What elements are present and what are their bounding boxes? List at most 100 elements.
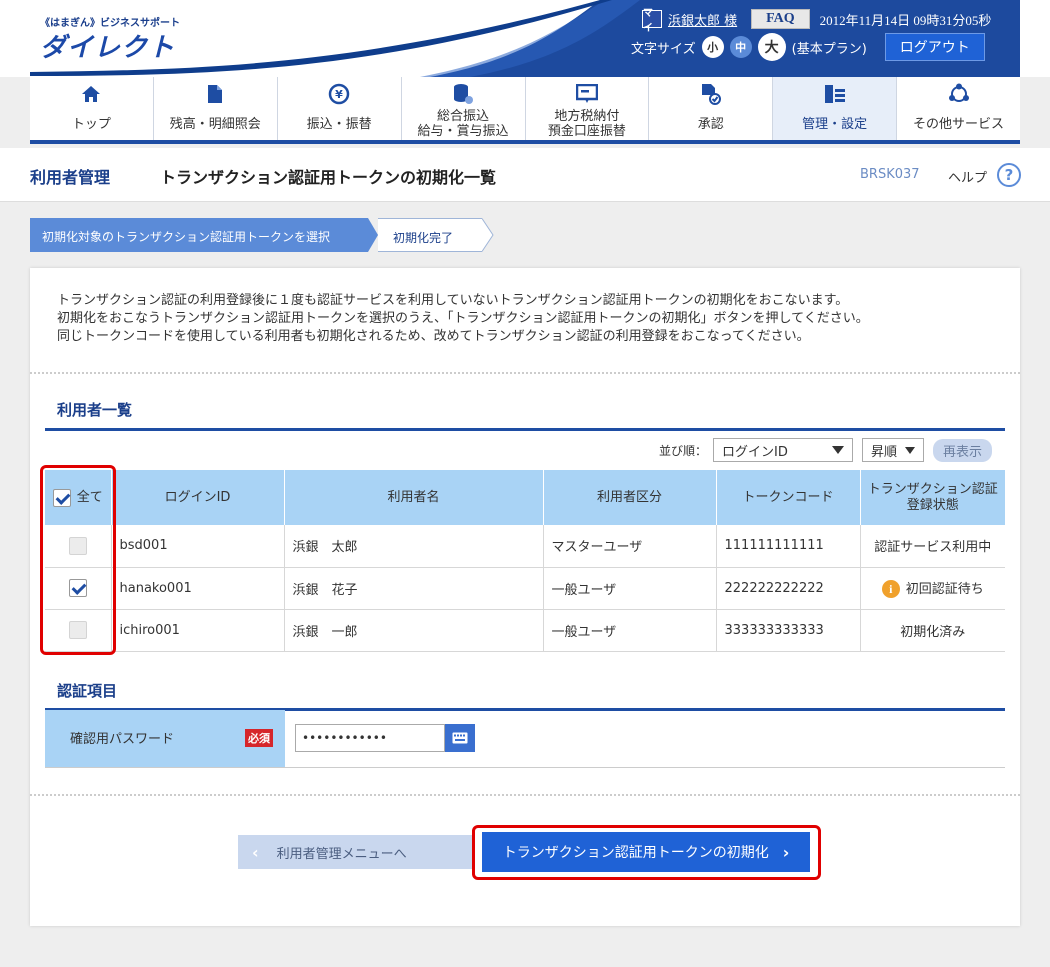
help-icon[interactable]: ?: [997, 163, 1021, 187]
nav-label: その他サービス: [913, 116, 1005, 132]
password-label: 確認用パスワード: [70, 732, 175, 747]
nav-label: 地方税納付: [554, 109, 620, 124]
cell-token: 333333333333: [716, 609, 861, 652]
step-arrow: [482, 218, 494, 252]
description: トランザクション認証の利用登録後に１度も認証サービスを利用していないトランザクシ…: [57, 292, 869, 346]
screen-code: BRSK037: [860, 167, 920, 182]
sort-label: 並び順：: [659, 443, 708, 458]
logout-button[interactable]: ログアウト: [884, 33, 985, 61]
global-nav: トップ 残高・明細照会 ¥ 振込・振替 総合振込 給与・賞与振込 地方税納付 預金口…: [30, 77, 1020, 144]
column-header-login-id: ログインID: [111, 470, 285, 525]
cell-type: 一般ユーザ: [543, 567, 717, 610]
users-table: 全て ログインID 利用者名 利用者区分 トークンコード トランザクション認証 …: [45, 470, 1005, 652]
nav-label: 残高・明細照会: [169, 116, 261, 132]
cell-token: 111111111111: [716, 525, 861, 568]
chevron-down-icon: [832, 446, 845, 454]
nav-label: 総合振込: [437, 109, 490, 124]
plan-label: (基本プラン): [791, 41, 867, 57]
auth-section-title: 認証項目: [57, 682, 118, 700]
table-header-row: 全て ログインID 利用者名 利用者区分 トークンコード トランザクション認証 …: [45, 470, 1005, 525]
main-panel: トランザクション認証の利用登録後に１度も認証サービスを利用していないトランザクシ…: [30, 268, 1020, 926]
divider: [30, 372, 1020, 374]
nav-label-sub: 預金口座振替: [547, 124, 626, 139]
redisplay-button[interactable]: 再表示: [933, 438, 993, 462]
cell-name: 浜銀 太郎: [284, 525, 544, 568]
description-line: 同じトークンコードを使用している利用者も初期化されるため、改めてトランザクション…: [57, 329, 810, 344]
description-line: 初期化をおこなうトランザクション認証用トークンを選択のうえ、「トランザクション認…: [57, 311, 869, 326]
font-size-small-button[interactable]: 小: [701, 36, 724, 58]
step-next: 初期化完了: [378, 218, 482, 252]
cell-name: 浜銀 一郎: [284, 609, 544, 652]
services-icon: [948, 83, 970, 105]
page-title: トランザクション認証用トークンの初期化一覧: [160, 168, 497, 187]
password-input-cell: ••••••••••••: [285, 710, 1005, 767]
sort-select-value: ログインID: [722, 444, 788, 460]
divider: [30, 794, 1020, 796]
table-row: hanako001 浜銀 花子 一般ユーザ 222222222222 i 初回認証…: [45, 567, 1005, 610]
status-text: 初回認証待ち: [905, 581, 984, 597]
logo-title: ダイレクト: [40, 33, 176, 63]
approval-icon: [700, 83, 722, 105]
software-keyboard-button[interactable]: [445, 724, 475, 752]
cell-status: 認証サービス利用中: [860, 525, 1005, 568]
order-select-value: 昇順: [871, 444, 898, 460]
cell-type: マスターユーザ: [543, 525, 717, 568]
nav-label: 振込・振替: [306, 116, 372, 132]
password-row: 確認用パスワード 必須 ••••••••••••: [45, 710, 1005, 768]
header-user-row: マイ 浜銀太郎 様 FAQ 2012年11月14日 09時31分05秒: [642, 8, 992, 34]
document-icon: [204, 83, 226, 105]
status-header-line1: トランザクション認証: [867, 481, 998, 497]
logo[interactable]: 《はまぎん》ビジネスサポート ダイレクト: [40, 14, 180, 64]
font-size-large-button[interactable]: 大: [757, 33, 786, 61]
users-section-title: 利用者一覧: [57, 401, 133, 419]
faq-button[interactable]: FAQ: [751, 9, 810, 29]
login-datetime: 2012年11月14日 09時31分05秒: [819, 12, 992, 28]
keyboard-icon: [452, 732, 468, 744]
svg-text:¥: ¥: [335, 88, 343, 101]
cell-status: 初期化済み: [860, 609, 1005, 652]
nav-item-top[interactable]: トップ: [30, 77, 154, 140]
description-line: トランザクション認証の利用登録後に１度も認証サービスを利用していないトランザクシ…: [57, 293, 849, 308]
cell-token: 222222222222: [716, 567, 861, 610]
nav-item-approval[interactable]: 承認: [649, 77, 774, 140]
header: 《はまぎん》ビジネスサポート ダイレクト マイ 浜銀太郎 様 FAQ 2012年…: [0, 0, 1050, 77]
section-title: 利用者管理: [30, 168, 111, 187]
table-row: bsd001 浜銀 太郎 マスターユーザ 111111111111 認証サービス…: [45, 525, 1005, 568]
nav-label: 承認: [697, 116, 724, 132]
section-rule: [45, 428, 1005, 431]
cell-type: 一般ユーザ: [543, 609, 717, 652]
coins-icon: [452, 83, 474, 105]
column-header-token: トークンコード: [716, 470, 861, 525]
user-name-link[interactable]: 浜銀太郎 様: [668, 10, 737, 29]
header-settings-row: 文字サイズ 小 中 大 (基本プラン) ログアウト: [631, 33, 985, 61]
step-arrow: [368, 218, 378, 252]
cell-login-id: bsd001: [111, 525, 285, 568]
password-label-cell: 確認用パスワード 必須: [45, 710, 285, 767]
font-size-label: 文字サイズ: [631, 41, 696, 57]
nav-label: 管理・設定: [802, 116, 868, 132]
font-size-medium-button[interactable]: 中: [729, 36, 752, 58]
sort-select[interactable]: ログインID: [713, 438, 854, 462]
sort-controls: 並び順： ログインID 昇順 再表示: [659, 438, 993, 462]
tax-icon: [575, 83, 598, 105]
back-button-label: 利用者管理メニューへ: [276, 846, 407, 862]
cell-login-id: ichiro001: [111, 609, 285, 652]
back-to-menu-button[interactable]: ‹ 利用者管理メニューへ: [238, 835, 472, 869]
table-row: ichiro001 浜銀 一郎 一般ユーザ 333333333333 初期化済み: [45, 609, 1005, 652]
page-title-bar: 利用者管理 トランザクション認証用トークンの初期化一覧 BRSK037 ヘルプ …: [0, 148, 1050, 202]
nav-item-transfer[interactable]: ¥ 振込・振替: [278, 77, 402, 140]
nav-item-balance[interactable]: 残高・明細照会: [154, 77, 278, 140]
nav-item-settings[interactable]: 管理・設定: [773, 77, 898, 140]
order-select[interactable]: 昇順: [862, 438, 925, 462]
status-header-line2: 登録状態: [906, 497, 959, 513]
column-header-type: 利用者区分: [543, 470, 717, 525]
cell-name: 浜銀 花子: [284, 567, 544, 610]
help-link[interactable]: ヘルプ: [948, 167, 987, 186]
nav-item-tax[interactable]: 地方税納付 預金口座振替: [526, 77, 650, 140]
yen-transfer-icon: ¥: [328, 83, 350, 105]
nav-item-other-services[interactable]: その他サービス: [897, 77, 1020, 140]
nav-label-sub: 給与・賞与振込: [417, 124, 509, 139]
password-field[interactable]: ••••••••••••: [295, 724, 445, 752]
settings-icon: [824, 83, 846, 105]
nav-item-bulk-transfer[interactable]: 総合振込 給与・賞与振込: [402, 77, 526, 140]
